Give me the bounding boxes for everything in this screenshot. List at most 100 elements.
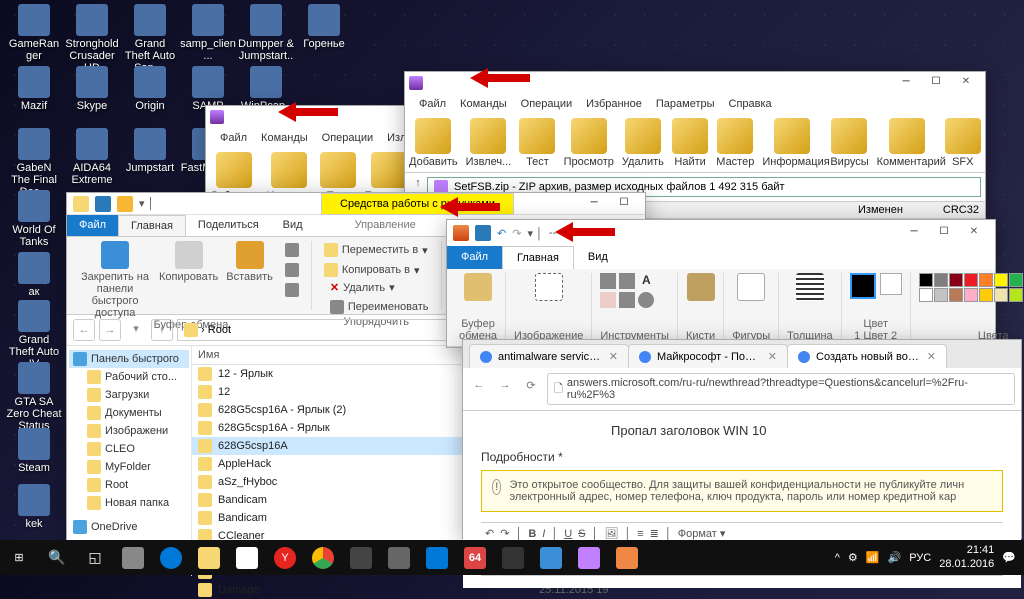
system-tray[interactable]: ^ ⚙ 📶 🔊 РУС 21:41 28.01.2016 💬 bbox=[835, 544, 1024, 570]
save-icon[interactable] bbox=[475, 225, 491, 241]
taskbar-app7[interactable] bbox=[532, 540, 570, 575]
start-button[interactable]: ⊞ bbox=[0, 540, 38, 575]
toolbar-button[interactable]: Извлеч... bbox=[466, 118, 512, 168]
toolbar-button[interactable]: Добавить bbox=[409, 118, 458, 168]
color-swatch[interactable] bbox=[919, 288, 933, 302]
copy-button[interactable]: Копировать bbox=[159, 241, 218, 283]
undo-icon[interactable]: ↶ bbox=[485, 527, 494, 540]
color-swatch[interactable] bbox=[1009, 288, 1023, 302]
browser-tab[interactable]: antimalware service exec✕ bbox=[469, 344, 629, 368]
search-button[interactable]: 🔍 bbox=[38, 540, 76, 575]
col-changed[interactable]: Изменен bbox=[858, 204, 903, 216]
color-swatch[interactable] bbox=[994, 273, 1008, 287]
color-palette[interactable] bbox=[919, 273, 1024, 302]
manage-tab[interactable]: Управление bbox=[343, 215, 428, 236]
text-tool[interactable]: A bbox=[638, 273, 654, 289]
file-tab[interactable]: Файл bbox=[447, 246, 502, 269]
strike-button[interactable]: S bbox=[578, 528, 585, 540]
minimize-button[interactable]: ─ bbox=[899, 223, 929, 243]
desktop-icon[interactable]: Grand Theft Auto IV bbox=[6, 300, 62, 370]
italic-button[interactable]: I bbox=[542, 528, 545, 540]
color-swatch[interactable] bbox=[949, 288, 963, 302]
color1-swatch[interactable] bbox=[850, 273, 876, 299]
volume-icon[interactable]: 🔊 bbox=[888, 551, 902, 564]
redo-icon[interactable]: ↷ bbox=[500, 527, 509, 540]
home-tab[interactable]: Главная bbox=[502, 246, 574, 269]
picture-tools-tab[interactable]: Средства работы с рисунками bbox=[321, 193, 514, 215]
menu-item[interactable]: Команды bbox=[255, 130, 314, 146]
menu-item[interactable]: Файл bbox=[413, 96, 452, 112]
view-tab[interactable]: Вид bbox=[271, 215, 315, 236]
color-swatch[interactable] bbox=[994, 288, 1008, 302]
action-center-icon[interactable]: 💬 bbox=[1002, 551, 1016, 564]
home-tab[interactable]: Главная bbox=[118, 215, 186, 236]
pencil-tool[interactable] bbox=[600, 273, 616, 289]
color-swatch[interactable] bbox=[1009, 273, 1023, 287]
size-button[interactable] bbox=[787, 273, 833, 303]
lang-icon[interactable]: РУС bbox=[909, 552, 931, 564]
redo-icon[interactable]: ↷ bbox=[512, 227, 521, 240]
desktop-icon[interactable]: Skype bbox=[64, 66, 120, 112]
menubar[interactable]: ФайлКомандыОперацииИзлечен... bbox=[206, 128, 404, 148]
menu-item[interactable]: Параметры bbox=[650, 96, 721, 112]
copyto-button[interactable]: Копировать в▾ bbox=[320, 261, 433, 279]
taskbar-app2[interactable] bbox=[342, 540, 380, 575]
brushes-button[interactable] bbox=[686, 273, 715, 303]
taskview-button[interactable]: ◱ bbox=[76, 540, 114, 575]
nav-item[interactable]: CLEO bbox=[69, 440, 189, 458]
cut-button[interactable] bbox=[281, 241, 303, 259]
view-tab[interactable]: Вид bbox=[574, 246, 622, 269]
desktop-icon[interactable]: GabeN The Final Dec... bbox=[6, 128, 62, 198]
paste-button[interactable]: Вставить bbox=[226, 241, 273, 283]
desktop-icon[interactable]: kek bbox=[6, 484, 62, 530]
nav-item[interactable]: Загрузки bbox=[69, 386, 189, 404]
bold-button[interactable]: B bbox=[528, 528, 536, 540]
taskbar[interactable]: ⊞ 🔍 ◱ Y 64 ^ ⚙ 📶 🔊 РУС 21:41 28.01.2016 … bbox=[0, 540, 1024, 575]
browser-tab[interactable]: Создать новый вопрос и✕ bbox=[787, 344, 947, 368]
desktop-icon[interactable]: Grand Theft Auto San ... bbox=[122, 4, 178, 74]
maximize-button[interactable]: ☐ bbox=[929, 223, 959, 243]
nav-item[interactable]: OneDrive bbox=[69, 518, 189, 536]
paint-qat[interactable]: ↶ ↷ ▾ │ ---- ─ ☐ ✕ bbox=[447, 220, 995, 246]
menu-item[interactable]: Избранное bbox=[580, 96, 648, 112]
zoom-tool[interactable] bbox=[638, 292, 654, 308]
taskbar-store[interactable] bbox=[228, 540, 266, 575]
url-field[interactable]: 🗋 answers.microsoft.com/ru-ru/newthread?… bbox=[547, 373, 1015, 405]
desktop-icon[interactable]: Origin bbox=[122, 66, 178, 112]
taskbar-app4[interactable] bbox=[418, 540, 456, 575]
up-button[interactable]: ↑ bbox=[151, 319, 173, 341]
format-dropdown[interactable]: Формат ▾ bbox=[678, 527, 726, 540]
back-button[interactable]: ← bbox=[469, 379, 489, 399]
recent-button[interactable]: ▾ bbox=[125, 319, 147, 341]
close-button[interactable]: ✕ bbox=[959, 223, 989, 243]
quick-access-toolbar[interactable]: ▾ │ Средства работы с рисунками ─ ☐ bbox=[67, 193, 645, 215]
nav-item[interactable]: Root bbox=[69, 476, 189, 494]
forward-button[interactable]: → bbox=[495, 379, 515, 399]
toolbar-button[interactable]: Просмотр bbox=[564, 118, 614, 168]
taskbar-app3[interactable] bbox=[380, 540, 418, 575]
minimize-button[interactable]: ─ bbox=[891, 73, 921, 93]
toolbar-button[interactable]: SFX bbox=[945, 118, 981, 168]
desktop-icon[interactable]: Steam bbox=[6, 428, 62, 474]
desktop-icon[interactable]: GTA SA Zero Cheat Status bbox=[6, 362, 62, 432]
menu-item[interactable]: Команды bbox=[454, 96, 513, 112]
paint-window[interactable]: ↶ ↷ ▾ │ ---- ─ ☐ ✕ Файл Главная Вид Буфе… bbox=[446, 219, 996, 348]
fill-tool[interactable] bbox=[619, 273, 635, 289]
picker-tool[interactable] bbox=[619, 292, 635, 308]
menu-item[interactable]: Справка bbox=[723, 96, 778, 112]
toolbar-button[interactable]: Вирусы bbox=[830, 118, 868, 168]
taskbar-paint[interactable] bbox=[608, 540, 646, 575]
tray-overflow[interactable]: ^ bbox=[835, 552, 840, 564]
image-button[interactable]: 🖼 bbox=[604, 527, 618, 540]
maximize-button[interactable]: ☐ bbox=[609, 194, 639, 214]
color-swatch[interactable] bbox=[979, 288, 993, 302]
desktop-icon[interactable]: ак bbox=[6, 252, 62, 298]
color-swatch[interactable] bbox=[979, 273, 993, 287]
nav-item[interactable]: Панель быстрого bbox=[69, 350, 189, 368]
nav-item[interactable]: Изображени bbox=[69, 422, 189, 440]
taskbar-app5[interactable]: 64 bbox=[456, 540, 494, 575]
paste-shortcut-button[interactable] bbox=[281, 281, 303, 299]
toolbar-button[interactable]: Удалить bbox=[622, 118, 664, 168]
numlist-button[interactable]: ≣ bbox=[650, 527, 659, 540]
menu-item[interactable]: Операции bbox=[515, 96, 578, 112]
